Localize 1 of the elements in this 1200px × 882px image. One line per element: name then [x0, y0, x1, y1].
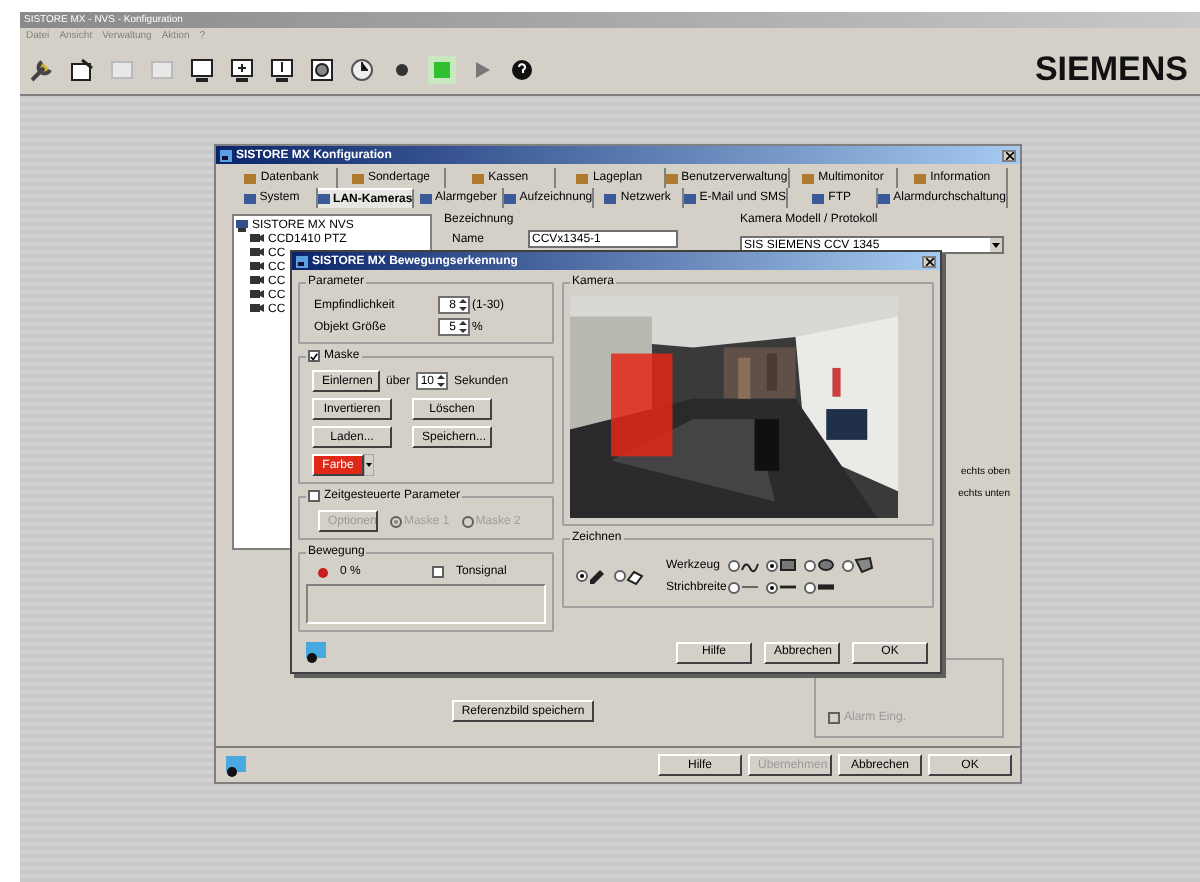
logo: SIEMENS — [1034, 52, 1190, 86]
